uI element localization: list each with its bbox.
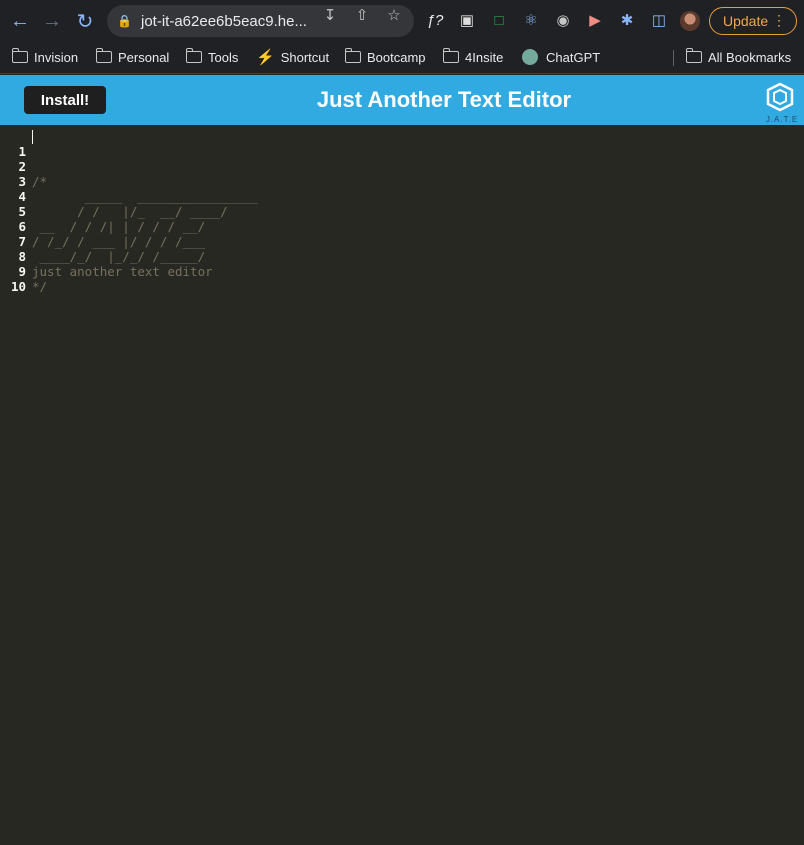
- bookmarks-separator: [673, 50, 674, 66]
- bookmark-label: 4Insite: [465, 49, 504, 65]
- folder-icon: [95, 48, 112, 63]
- side-panel-icon[interactable]: ◫: [649, 11, 669, 31]
- url-text[interactable]: jot-it-a62ee6b5eac9.he...: [141, 13, 307, 30]
- profile-avatar[interactable]: [680, 11, 700, 31]
- bookmark-label: All Bookmarks: [708, 49, 792, 65]
- jate-logo: J.A.T.E: [762, 82, 802, 126]
- browser-toolbar: ← → ↻ 🔒 jot-it-a62ee6b5eac9.he... ↧ ⇧ ☆ …: [0, 0, 804, 42]
- update-label: Update: [723, 13, 769, 29]
- folder-icon: [685, 48, 702, 63]
- logo-icon: [766, 82, 794, 112]
- bookmark-personal[interactable]: Personal: [95, 47, 170, 67]
- bookmark-label: Bootcamp: [367, 49, 426, 65]
- bookmark-label: Personal: [118, 49, 170, 65]
- folder-icon: [11, 48, 28, 63]
- puzzle-icon[interactable]: ✱: [617, 11, 637, 31]
- bookmarks-bar: Invision Personal Tools ⚡ Shortcut Bootc…: [0, 42, 804, 74]
- app-header: Install! Just Another Text Editor J.A.T.…: [0, 75, 804, 125]
- folder-icon: [185, 48, 202, 63]
- update-button[interactable]: Update ⋮: [709, 7, 797, 35]
- chatgpt-icon: [522, 49, 538, 65]
- folder-icon: [344, 48, 361, 63]
- bookmark-tools[interactable]: Tools: [185, 47, 239, 67]
- editor-line[interactable]: 2 /*: [0, 144, 804, 189]
- video-icon[interactable]: ▶: [585, 11, 605, 31]
- bookmark-label: ChatGPT: [546, 49, 601, 65]
- share-icon[interactable]: ⇧: [353, 7, 371, 25]
- back-icon[interactable]: ←: [5, 6, 35, 36]
- text-cursor: [32, 130, 33, 144]
- bookmark-label: Invision: [34, 49, 79, 65]
- editor-line[interactable]: 4 / / |/_ __/ ____/: [0, 174, 804, 219]
- editor-line[interactable]: 6 / /_/ / ___ |/ / / /___: [0, 204, 804, 249]
- formula-icon[interactable]: ƒ?: [425, 11, 445, 31]
- editor-line[interactable]: 9 */: [0, 249, 804, 294]
- line-text[interactable]: */: [32, 279, 47, 294]
- bookmark-invision[interactable]: Invision: [11, 47, 79, 67]
- line-number: 10: [10, 279, 26, 294]
- editor-line[interactable]: 10: [0, 264, 804, 294]
- bookmark-all-bookmarks[interactable]: All Bookmarks: [685, 47, 792, 67]
- reload-icon[interactable]: ↻: [70, 6, 100, 36]
- logo-text: J.A.T.E: [765, 115, 799, 124]
- code-editor[interactable]: 1 2 /* 3 _____ ________________ 4 / / |/…: [0, 125, 804, 845]
- camera-icon[interactable]: ◉: [553, 11, 573, 31]
- install-app-icon[interactable]: ↧: [321, 7, 339, 25]
- bookmark-label: Shortcut: [280, 49, 330, 65]
- editor-line[interactable]: 1: [0, 129, 804, 159]
- r-extension-icon[interactable]: ▣: [457, 11, 477, 31]
- bookmark-4insite[interactable]: 4Insite: [442, 47, 504, 67]
- react-devtools-icon[interactable]: ⚛: [521, 11, 541, 31]
- editor-line[interactable]: 3 _____ ________________: [0, 159, 804, 204]
- lock-icon: 🔒: [117, 14, 132, 28]
- bookmark-chatgpt[interactable]: ChatGPT: [522, 47, 600, 67]
- shortcut-icon: ⚡: [256, 49, 275, 66]
- more-menu-icon[interactable]: ⋮: [772, 12, 786, 29]
- editor-line[interactable]: 7 ____/_/ |_/_/ /_____/: [0, 219, 804, 264]
- editor-line[interactable]: 8 just another text editor: [0, 234, 804, 279]
- forward-icon[interactable]: →: [37, 6, 67, 36]
- bookmark-label: Tools: [208, 49, 239, 65]
- install-button[interactable]: Install!: [24, 86, 106, 114]
- bookmark-bootcamp[interactable]: Bootcamp: [344, 47, 426, 67]
- editor-line[interactable]: 5 __ / / /| | / / / __/: [0, 189, 804, 234]
- bookmark-star-icon[interactable]: ☆: [385, 7, 403, 25]
- bookmark-shortcut[interactable]: ⚡ Shortcut: [256, 47, 329, 67]
- folder-icon: [442, 48, 459, 63]
- page-title: Just Another Text Editor: [316, 87, 572, 112]
- screenshot-icon[interactable]: □: [489, 11, 509, 31]
